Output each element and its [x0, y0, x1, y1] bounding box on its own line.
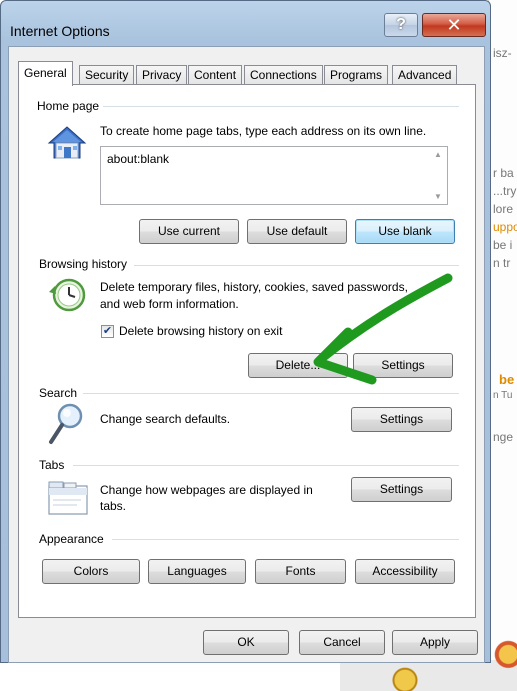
use-current-button[interactable]: Use current — [139, 219, 239, 244]
scroll-down-icon[interactable]: ▼ — [434, 192, 442, 201]
tab-general[interactable]: General — [18, 61, 73, 86]
accessibility-button[interactable]: Accessibility — [355, 559, 455, 584]
fonts-button[interactable]: Fonts — [255, 559, 346, 584]
clock-icon — [47, 278, 87, 317]
group-divider — [91, 106, 459, 107]
window-title: Internet Options — [10, 23, 110, 39]
tabs-icon — [47, 480, 89, 519]
close-button[interactable]: ✕ — [422, 13, 486, 37]
cancel-button[interactable]: Cancel — [299, 630, 385, 655]
history-settings-button[interactable]: Settings — [353, 353, 453, 378]
tab-connections[interactable]: Connections — [244, 65, 323, 85]
delete-on-exit-checkbox[interactable]: ✔ — [101, 325, 114, 338]
colors-button[interactable]: Colors — [42, 559, 140, 584]
browsing-history-description-line1: Delete temporary files, history, cookies… — [100, 280, 408, 294]
background-text: uppo — [493, 220, 517, 234]
help-button[interactable]: ? — [384, 13, 418, 37]
search-settings-button[interactable]: Settings — [351, 407, 452, 432]
tab-content[interactable]: Content — [188, 65, 243, 85]
home-page-address-field[interactable]: about:blank ▲ ▼ — [100, 146, 448, 205]
tab-programs[interactable]: Programs — [324, 65, 389, 85]
tab-security[interactable]: Security — [79, 65, 135, 85]
address-scrollbar[interactable]: ▲ ▼ — [430, 147, 447, 204]
delete-on-exit-label[interactable]: Delete browsing history on exit — [119, 324, 282, 339]
background-text: r ba — [493, 166, 514, 180]
background-text: be — [499, 372, 515, 387]
magnifier-icon — [47, 402, 87, 451]
search-group-label: Search — [39, 386, 82, 400]
background-emoticon — [488, 630, 517, 691]
internet-options-dialog: Internet Options ? ✕ General Security Pr… — [0, 0, 491, 663]
group-divider — [73, 465, 459, 466]
background-text: n Tu — [493, 390, 513, 401]
browsing-history-group-label: Browsing history — [39, 257, 132, 271]
browsing-history-description-line2: and web form information. — [100, 297, 239, 311]
tabs-description-line1: Change how webpages are displayed in — [100, 483, 313, 497]
background-page: isz- r ba ...try lore uppo be i n tr be … — [488, 0, 517, 691]
scroll-up-icon[interactable]: ▲ — [434, 150, 442, 159]
background-text: be i — [493, 238, 513, 252]
apply-button[interactable]: Apply — [392, 630, 478, 655]
tabs-group-label: Tabs — [39, 458, 69, 472]
languages-button[interactable]: Languages — [148, 559, 246, 584]
home-page-address-value: about:blank — [107, 152, 170, 166]
background-text: n tr — [493, 256, 511, 270]
use-blank-button[interactable]: Use blank — [355, 219, 455, 244]
group-divider — [112, 539, 459, 540]
search-description: Change search defaults. — [100, 412, 231, 426]
background-text: nge — [493, 430, 514, 444]
background-emoticon — [388, 664, 422, 691]
ok-button[interactable]: OK — [203, 630, 289, 655]
background-text: lore — [493, 202, 514, 216]
general-tab-panel: Home page To create home page tabs, type… — [18, 84, 476, 618]
group-divider — [134, 265, 459, 266]
tab-privacy[interactable]: Privacy — [136, 65, 188, 85]
appearance-group-label: Appearance — [39, 532, 108, 546]
background-text: ...try — [493, 184, 517, 198]
tabs-description-line2: tabs. — [100, 499, 127, 513]
tabs-settings-button[interactable]: Settings — [351, 477, 452, 502]
group-divider — [83, 393, 459, 394]
use-default-button[interactable]: Use default — [247, 219, 347, 244]
delete-history-button[interactable]: Delete... — [248, 353, 348, 378]
title-bar[interactable]: Internet Options ? ✕ — [1, 1, 490, 39]
tab-advanced[interactable]: Advanced — [392, 65, 458, 85]
background-text: isz- — [493, 46, 512, 60]
home-page-group-label: Home page — [37, 99, 104, 113]
house-icon — [47, 125, 87, 164]
home-page-description: To create home page tabs, type each addr… — [100, 124, 427, 138]
dialog-client-area: General Security Privacy Content Connect… — [8, 46, 485, 663]
